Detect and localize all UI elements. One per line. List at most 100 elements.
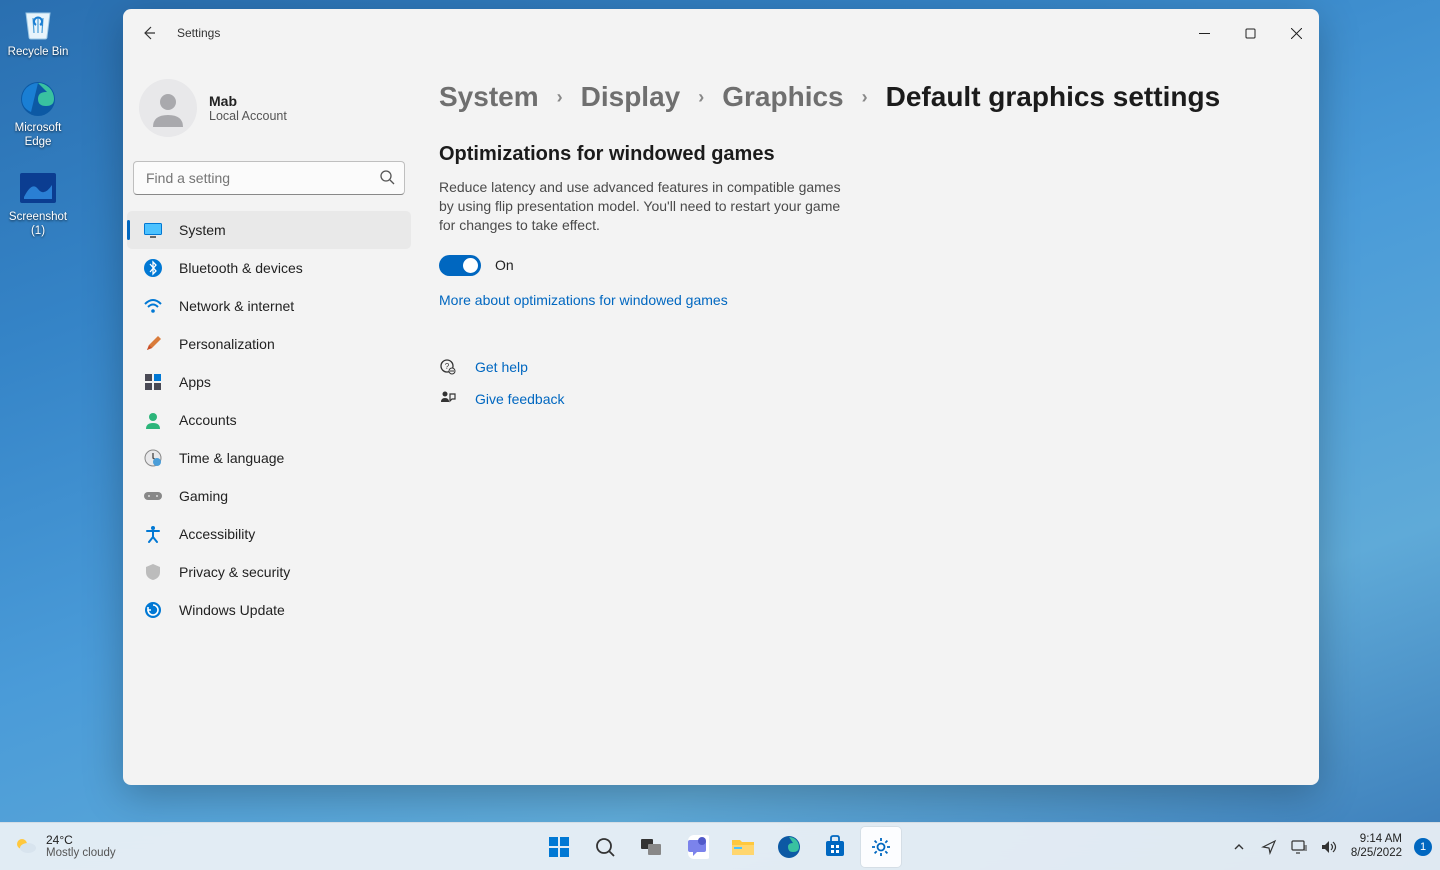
system-tray: 9:14 AM 8/25/2022 1	[1225, 827, 1432, 867]
section-description: Reduce latency and use advanced features…	[439, 178, 859, 235]
bluetooth-icon	[143, 258, 163, 278]
weather-cond: Mostly cloudy	[46, 847, 116, 860]
optimizations-toggle[interactable]	[439, 255, 481, 276]
update-icon	[143, 600, 163, 620]
accessibility-icon	[143, 524, 163, 544]
main-content: System › Display › Graphics › Default gr…	[423, 57, 1319, 785]
settings-window: Settings Mab Local Account	[123, 9, 1319, 785]
tray-chevron-up-icon[interactable]	[1225, 827, 1253, 867]
nav-label: Network & internet	[179, 298, 294, 314]
get-help-link[interactable]: Get help	[475, 359, 528, 375]
desktop-icon-screenshot[interactable]: Screenshot (1)	[2, 167, 74, 239]
recycle-bin-icon	[17, 2, 59, 44]
desktop-icon-edge[interactable]: Microsoft Edge	[2, 78, 74, 150]
taskbar-center	[539, 827, 901, 867]
give-feedback-link[interactable]: Give feedback	[475, 391, 565, 407]
titlebar: Settings	[123, 9, 1319, 57]
sidebar: Mab Local Account System Bluetooth & dev…	[123, 57, 423, 785]
taskbar: 24°C Mostly cloudy 9:14 AM 8/25/2022 1	[0, 822, 1440, 870]
maximize-button[interactable]	[1227, 17, 1273, 49]
account-name: Mab	[209, 93, 287, 109]
desktop-icon-label: Microsoft Edge	[2, 122, 74, 150]
taskbar-settings[interactable]	[861, 827, 901, 867]
nav-system[interactable]: System	[127, 211, 411, 249]
gamepad-icon	[143, 486, 163, 506]
crumb-current: Default graphics settings	[886, 81, 1221, 113]
apps-icon	[143, 372, 163, 392]
nav-label: Personalization	[179, 336, 275, 352]
start-button[interactable]	[539, 827, 579, 867]
nav-accessibility[interactable]: Accessibility	[127, 515, 411, 553]
screenshot-image-icon	[17, 167, 59, 209]
search-wrap	[133, 161, 405, 195]
nav-label: Accessibility	[179, 526, 255, 542]
nav-label: Bluetooth & devices	[179, 260, 303, 276]
nav-label: Privacy & security	[179, 564, 290, 580]
breadcrumb: System › Display › Graphics › Default gr…	[439, 81, 1279, 113]
crumb-display[interactable]: Display	[581, 81, 681, 113]
get-help-row: ? Get help	[439, 358, 1279, 376]
wifi-icon	[143, 296, 163, 316]
nav-personalization[interactable]: Personalization	[127, 325, 411, 363]
desktop-icon-recycle-bin[interactable]: Recycle Bin	[2, 2, 74, 60]
weather-icon	[14, 834, 38, 858]
taskbar-weather[interactable]: 24°C Mostly cloudy	[14, 834, 116, 860]
nav-privacy[interactable]: Privacy & security	[127, 553, 411, 591]
taskbar-chat[interactable]	[677, 827, 717, 867]
tray-volume-icon[interactable]	[1315, 827, 1343, 867]
tray-network-icon[interactable]	[1285, 827, 1313, 867]
desktop-icon-label: Recycle Bin	[8, 46, 69, 60]
taskbar-edge[interactable]	[769, 827, 809, 867]
taskbar-store[interactable]	[815, 827, 855, 867]
nav-label: System	[179, 222, 226, 238]
minimize-button[interactable]	[1181, 17, 1227, 49]
search-input[interactable]	[133, 161, 405, 195]
shield-icon	[143, 562, 163, 582]
nav: System Bluetooth & devices Network & int…	[123, 211, 415, 629]
taskbar-explorer[interactable]	[723, 827, 763, 867]
taskbar-taskview[interactable]	[631, 827, 671, 867]
desktop-icons: Recycle Bin Microsoft Edge Screenshot (1…	[2, 2, 74, 239]
nav-apps[interactable]: Apps	[127, 363, 411, 401]
nav-label: Accounts	[179, 412, 237, 428]
taskbar-search[interactable]	[585, 827, 625, 867]
account-sub: Local Account	[209, 109, 287, 123]
crumb-system[interactable]: System	[439, 81, 539, 113]
crumb-graphics[interactable]: Graphics	[722, 81, 843, 113]
nav-accounts[interactable]: Accounts	[127, 401, 411, 439]
edge-icon	[17, 78, 59, 120]
help-icon: ?	[439, 358, 457, 376]
account-block[interactable]: Mab Local Account	[123, 57, 415, 155]
search-icon	[379, 169, 395, 190]
clock-globe-icon	[143, 448, 163, 468]
back-button[interactable]	[133, 17, 165, 49]
toggle-row: On	[439, 255, 1279, 276]
nav-windows-update[interactable]: Windows Update	[127, 591, 411, 629]
nav-label: Time & language	[179, 450, 284, 466]
close-button[interactable]	[1273, 17, 1319, 49]
nav-time-language[interactable]: Time & language	[127, 439, 411, 477]
paintbrush-icon	[143, 334, 163, 354]
taskbar-clock[interactable]: 9:14 AM 8/25/2022	[1345, 833, 1408, 859]
more-info-link[interactable]: More about optimizations for windowed ga…	[439, 292, 728, 308]
toggle-state-label: On	[495, 257, 514, 273]
notification-badge[interactable]: 1	[1414, 838, 1432, 856]
chevron-right-icon: ›	[698, 87, 704, 108]
system-icon	[143, 220, 163, 240]
weather-temp: 24°C	[46, 834, 116, 847]
nav-network[interactable]: Network & internet	[127, 287, 411, 325]
desktop-icon-label: Screenshot (1)	[2, 211, 74, 239]
give-feedback-row: Give feedback	[439, 390, 1279, 408]
clock-date: 8/25/2022	[1351, 847, 1402, 860]
nav-bluetooth[interactable]: Bluetooth & devices	[127, 249, 411, 287]
feedback-icon	[439, 390, 457, 408]
clock-time: 9:14 AM	[1360, 833, 1402, 846]
nav-label: Apps	[179, 374, 211, 390]
app-title: Settings	[177, 26, 220, 40]
nav-gaming[interactable]: Gaming	[127, 477, 411, 515]
tray-location-icon[interactable]	[1255, 827, 1283, 867]
person-icon	[143, 410, 163, 430]
chevron-right-icon: ›	[862, 87, 868, 108]
nav-label: Gaming	[179, 488, 228, 504]
nav-label: Windows Update	[179, 602, 285, 618]
